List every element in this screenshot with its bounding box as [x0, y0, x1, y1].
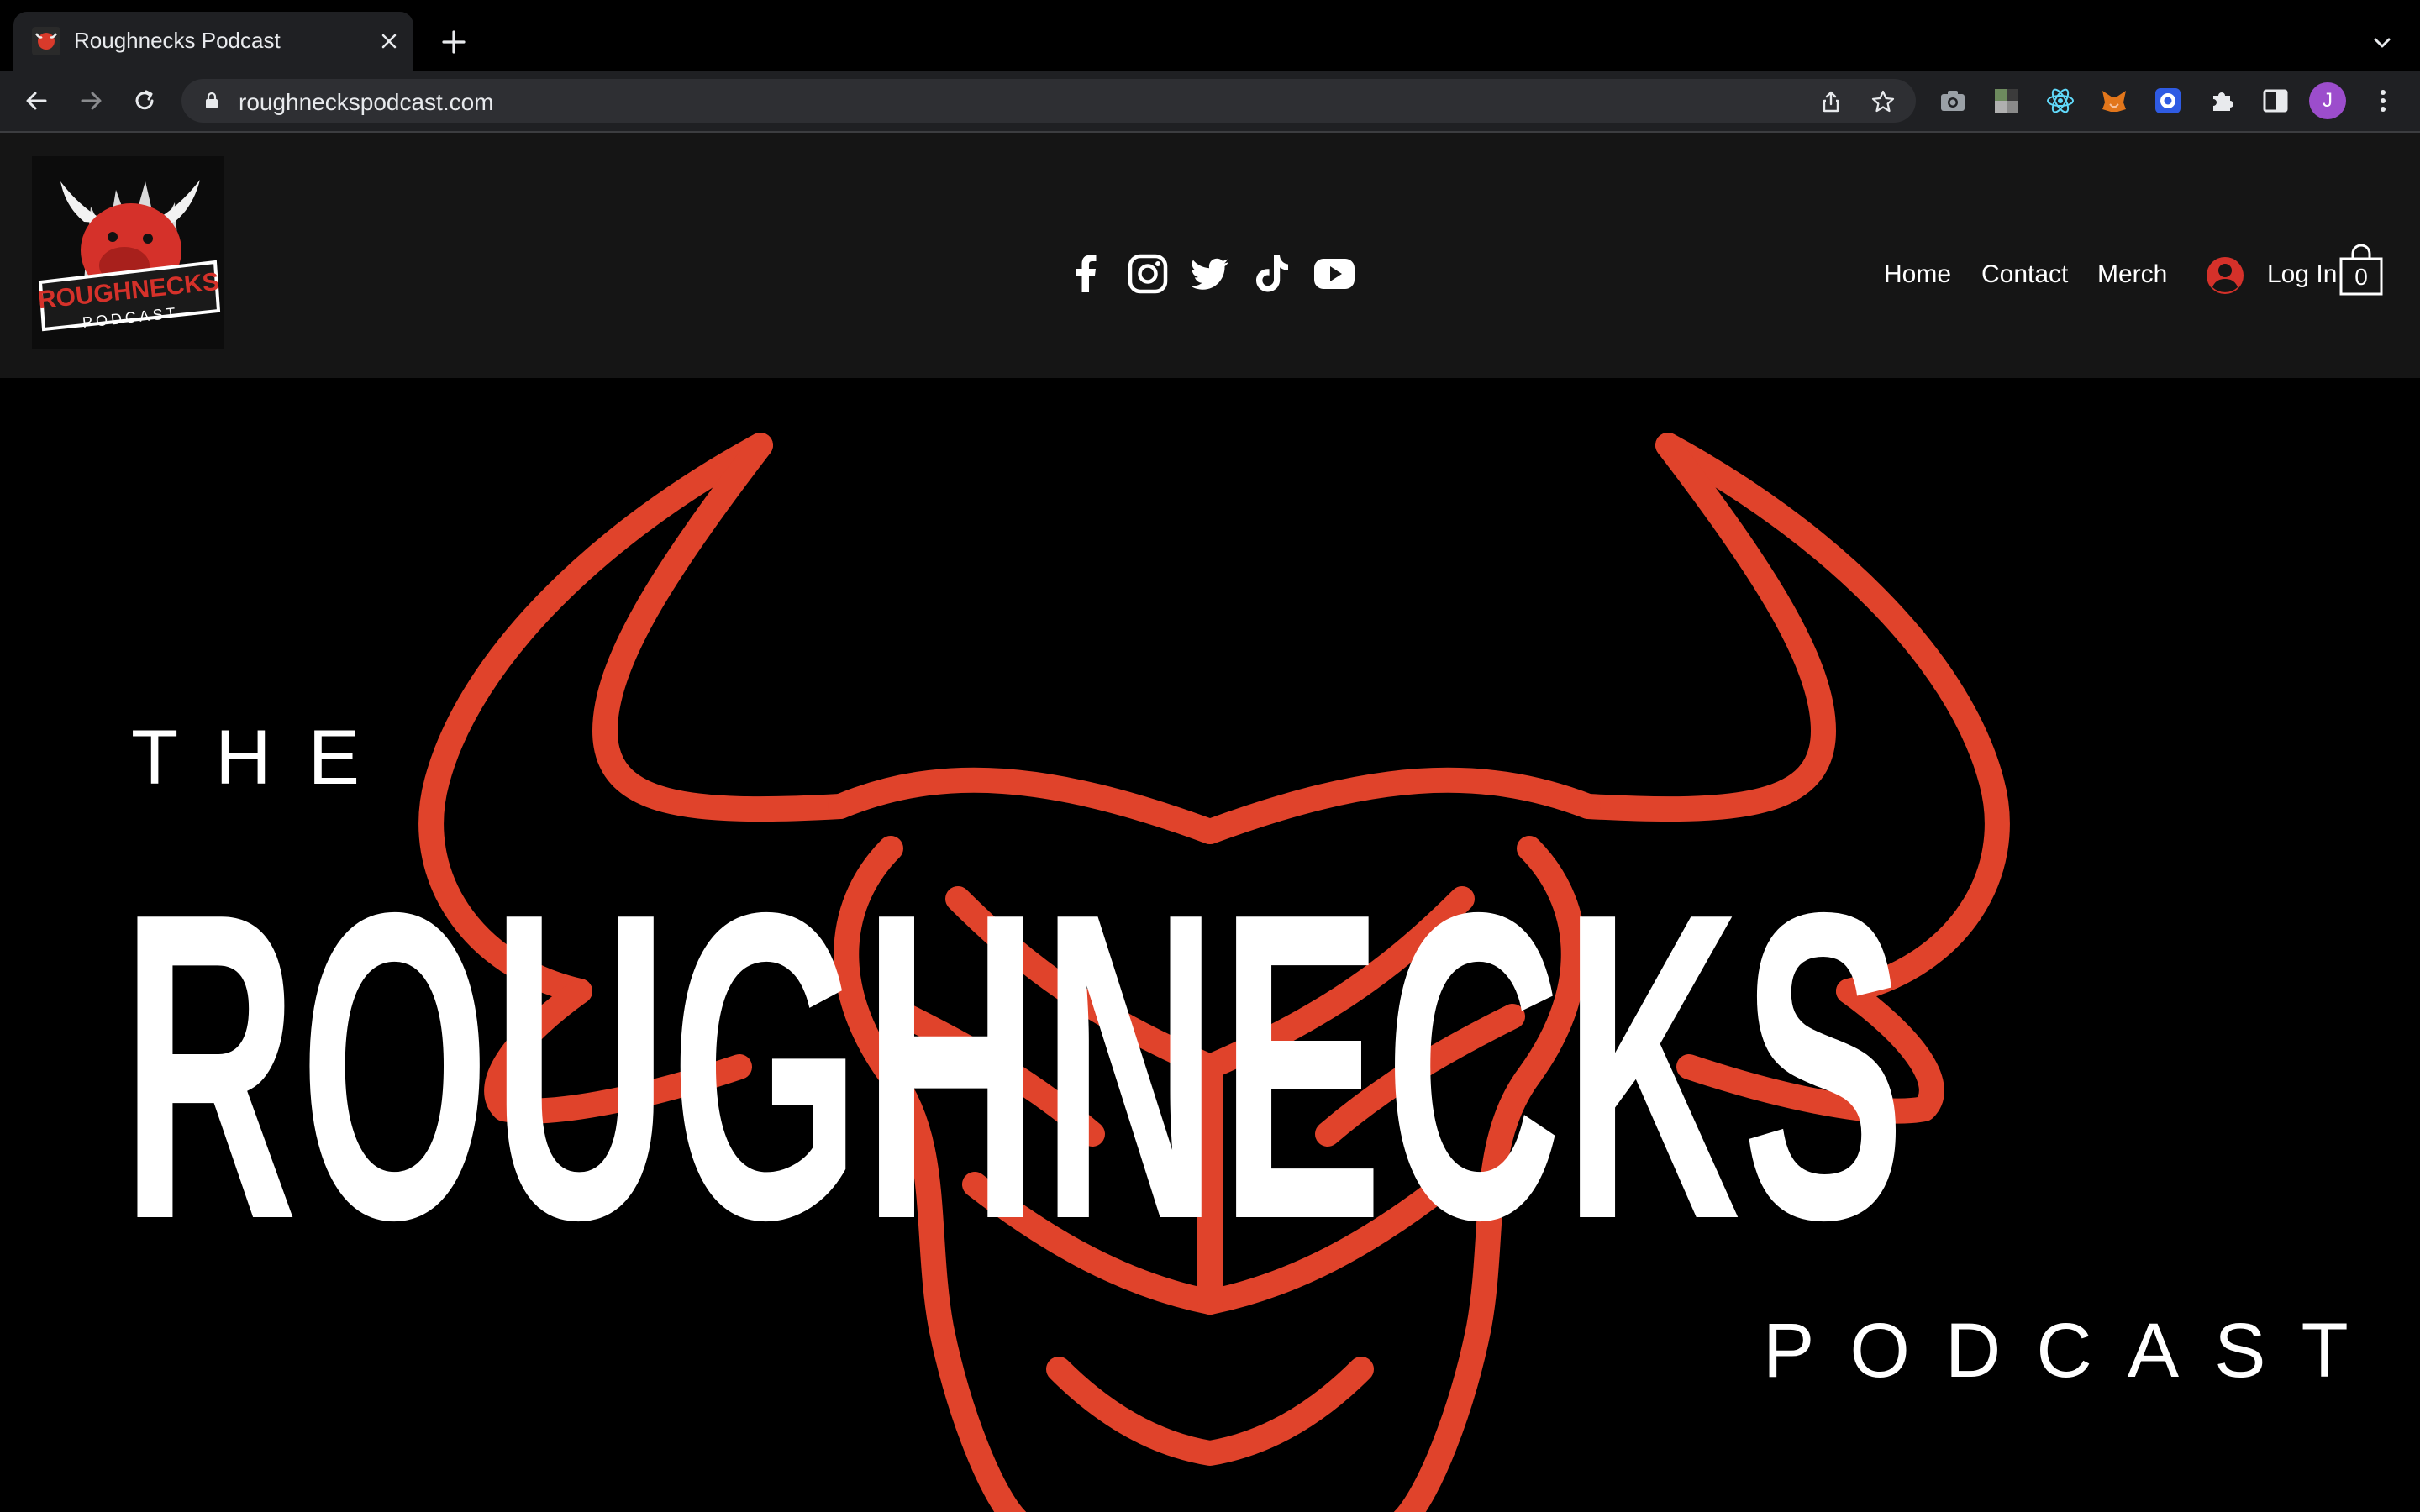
cart-button[interactable]: 0	[2338, 242, 2385, 297]
cart-count: 0	[2354, 264, 2368, 290]
share-icon[interactable]	[1818, 89, 1844, 114]
hero-podcast-text: PODCAST	[1763, 1308, 2384, 1394]
facebook-icon[interactable]	[1064, 252, 1107, 296]
chevron-down-icon[interactable]	[2368, 29, 2396, 57]
twitter-icon[interactable]	[1188, 252, 1232, 296]
back-icon[interactable]	[20, 84, 54, 118]
puzzle-icon[interactable]	[2207, 86, 2237, 116]
kebab-menu-icon[interactable]	[2368, 86, 2398, 116]
hero-title: ROUGHNECKS	[121, 822, 1907, 1310]
lock-icon[interactable]	[202, 91, 222, 111]
nav-merch[interactable]: Merch	[2097, 260, 2167, 289]
instagram-icon[interactable]	[1126, 252, 1170, 296]
login-link[interactable]: Log In	[2267, 260, 2337, 289]
camera-icon[interactable]	[1938, 86, 1968, 116]
browser-toolbar: roughneckspodcast.com J	[0, 71, 2420, 131]
site-header: ROUGHNECKS PODCAST Home Contact Merch Lo…	[0, 133, 2420, 378]
reload-icon[interactable]	[128, 84, 161, 118]
youtube-icon[interactable]	[1313, 252, 1356, 296]
sidebar-icon[interactable]	[2260, 86, 2291, 116]
nav-home[interactable]: Home	[1884, 260, 1951, 289]
extension-icon[interactable]	[1991, 86, 2022, 116]
bull-favicon-icon	[32, 27, 60, 55]
close-tab-icon[interactable]	[376, 29, 402, 54]
tab-title: Roughnecks Podcast	[74, 28, 281, 53]
url-text[interactable]: roughneckspodcast.com	[239, 89, 494, 116]
react-icon[interactable]	[2045, 86, 2075, 116]
tiktok-icon[interactable]	[1250, 252, 1294, 296]
browser-tab[interactable]: Roughnecks Podcast	[13, 12, 413, 71]
new-tab-icon[interactable]	[437, 25, 471, 59]
user-avatar-icon[interactable]	[2205, 255, 2245, 296]
address-bar[interactable]: roughneckspodcast.com	[182, 79, 1916, 123]
nav-contact[interactable]: Contact	[1981, 260, 2068, 289]
hero-the-text: THE	[131, 715, 397, 801]
profile-avatar[interactable]: J	[2309, 82, 2346, 119]
circle-extension-icon[interactable]	[2153, 86, 2183, 116]
site-logo[interactable]: ROUGHNECKS PODCAST	[32, 156, 224, 349]
tab-strip: Roughnecks Podcast	[0, 0, 2420, 71]
metamask-icon[interactable]	[2099, 86, 2129, 116]
hero-banner: THE ROUGHNECKS PODCAST	[0, 378, 2420, 1512]
bull-logo-icon: ROUGHNECKS PODCAST	[37, 180, 220, 332]
forward-icon[interactable]	[74, 84, 108, 118]
star-icon[interactable]	[1870, 89, 1896, 114]
